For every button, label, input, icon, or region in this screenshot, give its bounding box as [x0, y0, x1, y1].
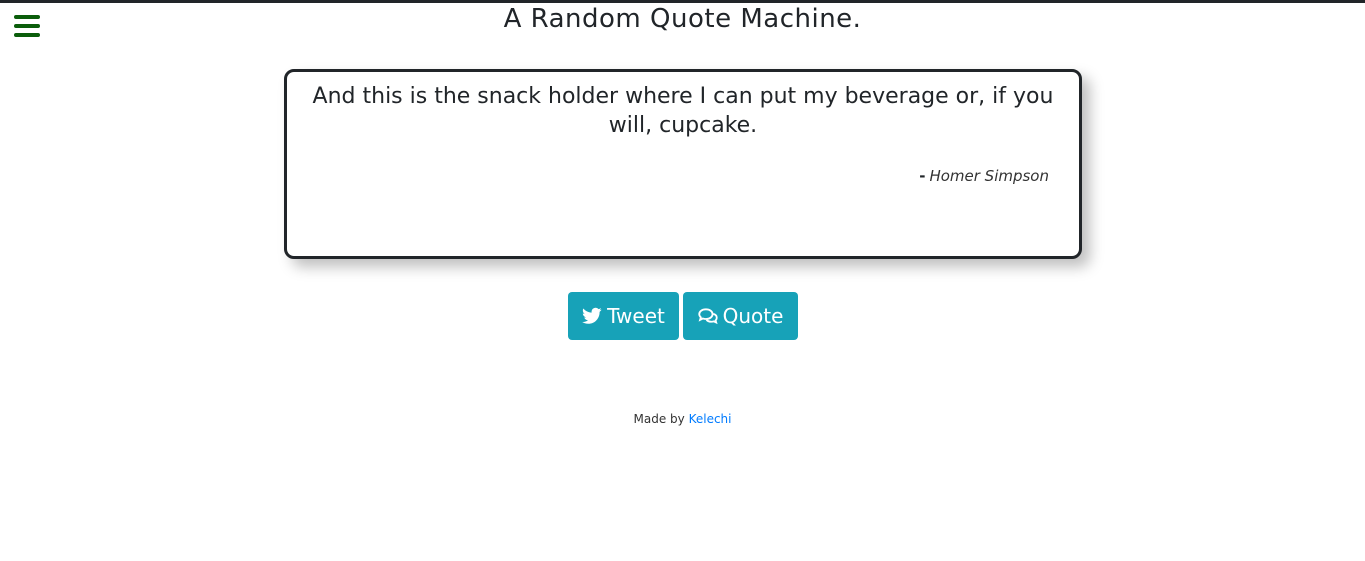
quote-label: Quote [722, 304, 784, 328]
quote-text: And this is the snack holder where I can… [312, 84, 1054, 138]
new-quote-button[interactable]: Quote [683, 292, 798, 340]
quote-attribution: - Homer Simpson [919, 167, 1049, 185]
footer-credit: Made by Kelechi [0, 412, 1365, 426]
quote-author: Homer Simpson [929, 167, 1049, 185]
top-border [0, 0, 1365, 3]
attribution-dash: - [919, 167, 926, 185]
footer-prefix: Made by [633, 412, 685, 426]
author-link[interactable]: Kelechi [689, 412, 732, 426]
comments-icon [697, 307, 718, 325]
page-title: A Random Quote Machine. [503, 4, 862, 34]
twitter-icon [582, 307, 602, 325]
tweet-label: Tweet [607, 304, 665, 328]
tweet-button[interactable]: Tweet [568, 292, 679, 340]
quote-card: And this is the snack holder where I can… [284, 69, 1082, 259]
